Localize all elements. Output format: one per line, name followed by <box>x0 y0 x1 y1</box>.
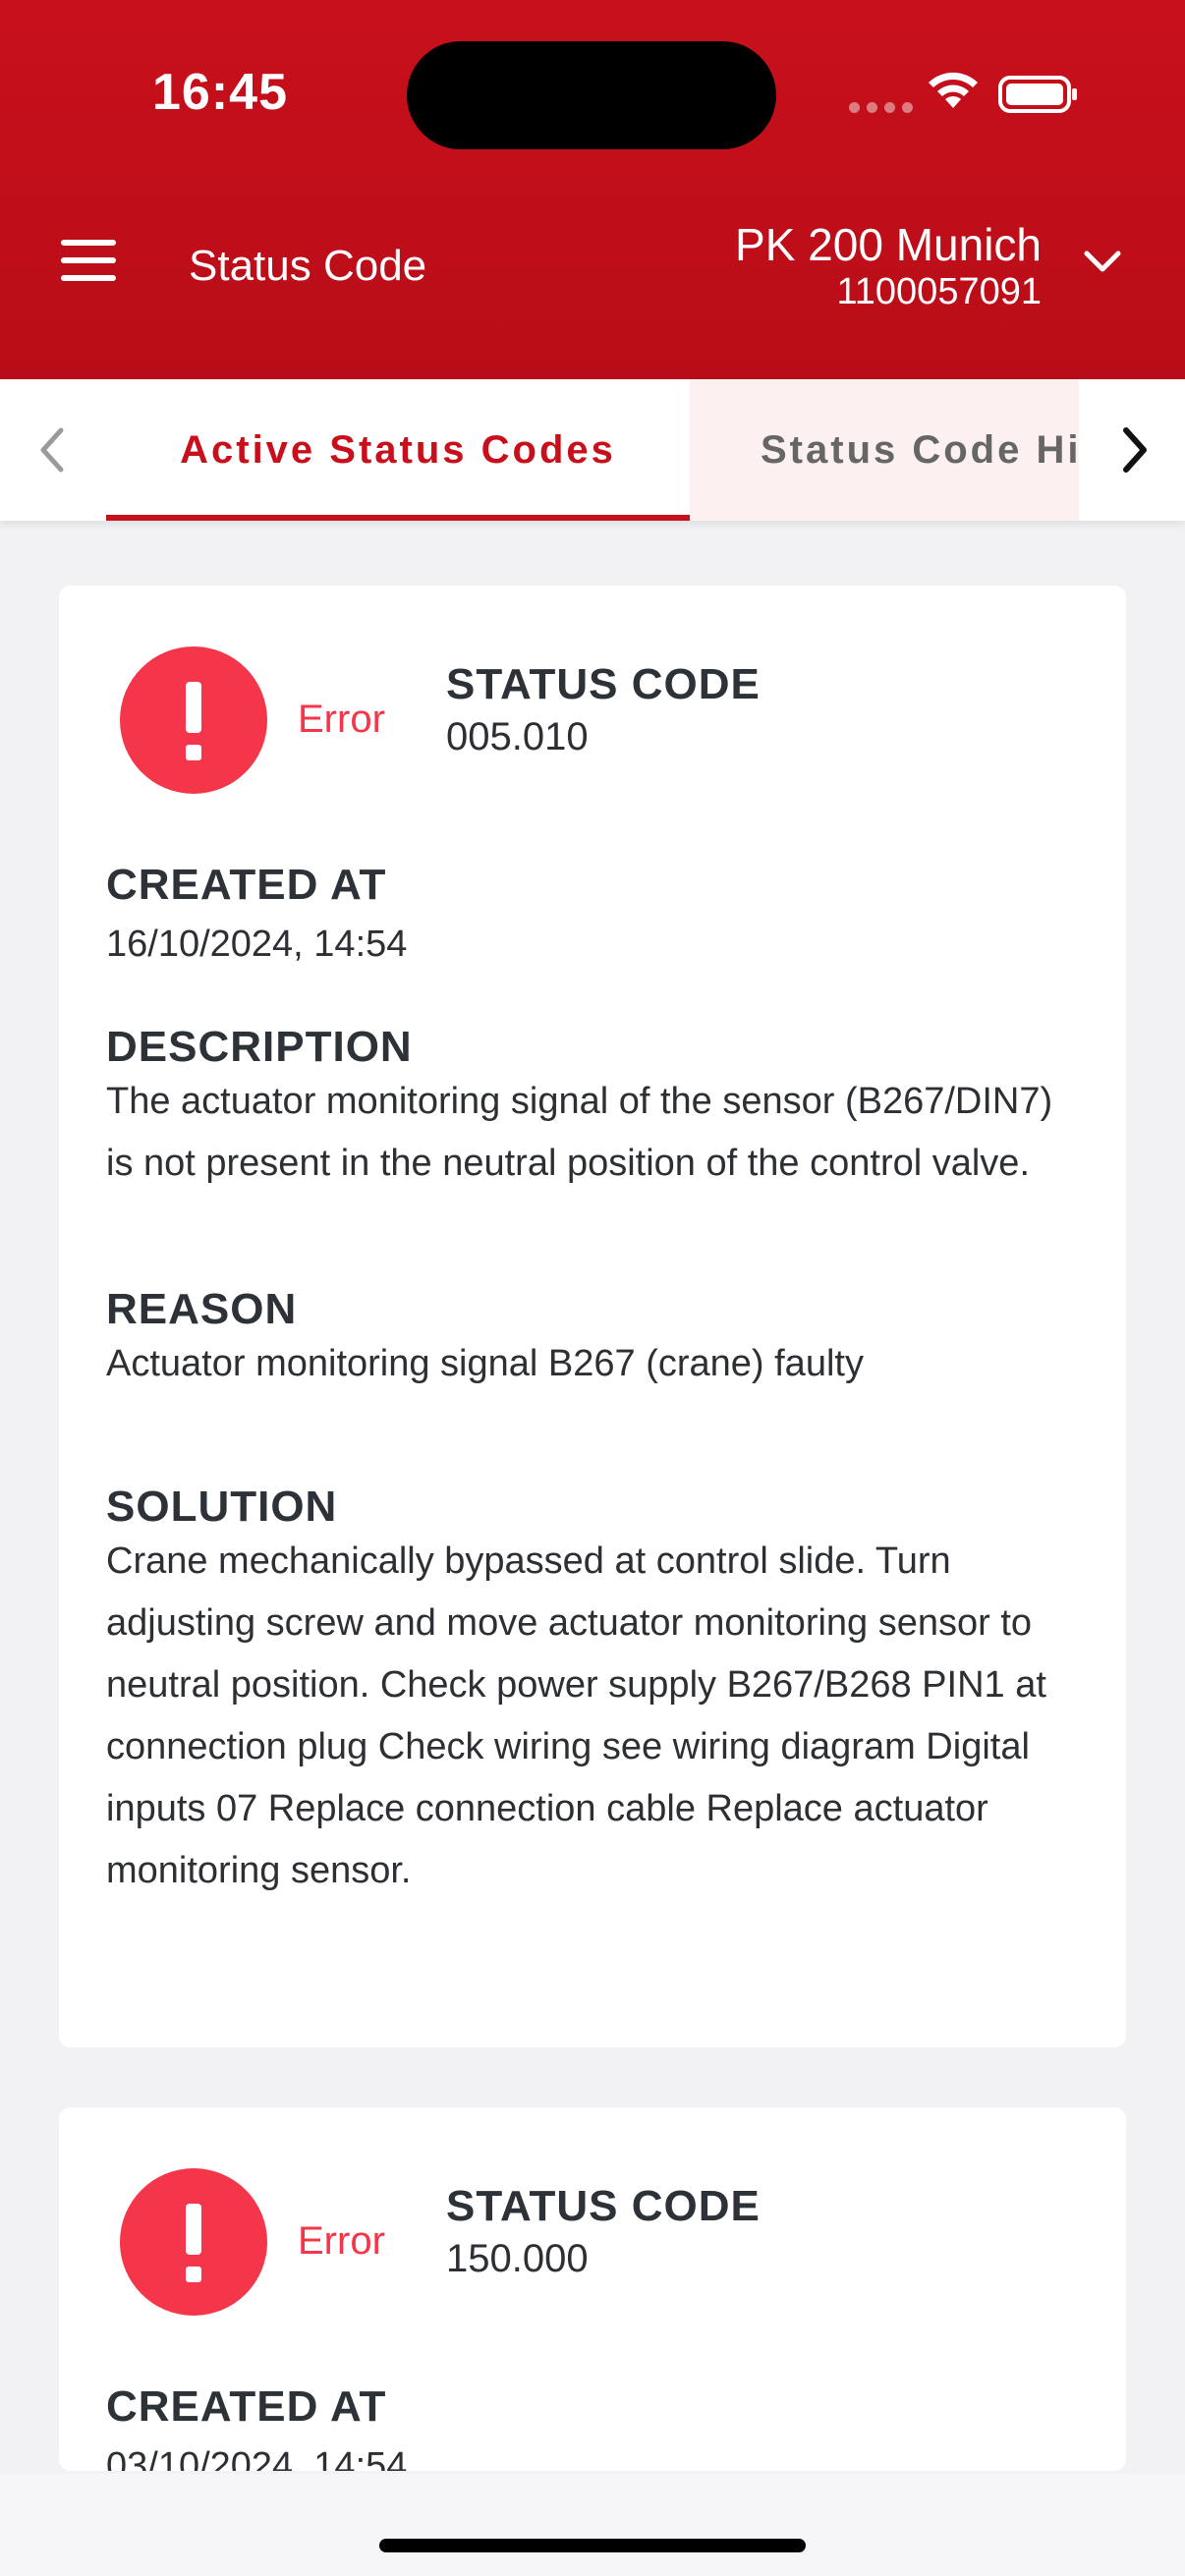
description-label: DESCRIPTION <box>106 1023 413 1071</box>
wifi-icon <box>929 72 978 108</box>
chevron-left-icon[interactable] <box>28 420 77 479</box>
status-code-value: 005.010 <box>446 715 589 758</box>
dynamic-island <box>407 41 776 149</box>
tab-active-status-codes[interactable]: Active Status Codes <box>106 379 690 521</box>
status-code-value: 150.000 <box>446 2237 589 2280</box>
tab-status-code-history[interactable]: Status Code History <box>690 379 1079 521</box>
chevron-down-icon[interactable] <box>1081 248 1124 277</box>
app-header: 16:45 Status Code PK 200 Munich 11000570… <box>0 0 1185 379</box>
status-code-label: STATUS CODE <box>446 2182 761 2230</box>
error-icon <box>120 646 267 794</box>
status-code-card[interactable]: Error STATUS CODE 005.010 CREATED AT 16/… <box>59 586 1126 2047</box>
home-bar-area <box>0 2474 1185 2576</box>
status-bar: 16:45 <box>0 0 1185 187</box>
home-indicator[interactable] <box>379 2539 806 2552</box>
site-name: PK 200 Munich <box>735 219 1042 270</box>
tab-next-button[interactable] <box>1079 379 1185 521</box>
menu-icon[interactable] <box>61 240 126 291</box>
status-code-card[interactable]: Error STATUS CODE 150.000 CREATED AT 03/… <box>59 2107 1126 2471</box>
solution-label: SOLUTION <box>106 1483 338 1531</box>
description-text: The actuator monitoring signal of the se… <box>106 1081 1053 1184</box>
error-icon <box>120 2168 267 2316</box>
created-at-label: CREATED AT <box>106 861 387 909</box>
created-at-label: CREATED AT <box>106 2382 387 2431</box>
site-selector[interactable]: PK 200 Munich 1100057091 <box>735 218 1042 312</box>
severity-label: Error <box>298 698 385 741</box>
status-code-label: STATUS CODE <box>446 660 761 708</box>
battery-icon <box>998 76 1077 113</box>
severity-label: Error <box>298 2219 385 2263</box>
page-title: Status Code <box>189 242 427 290</box>
created-at-value: 16/10/2024, 14:54 <box>106 924 408 965</box>
site-id: 1100057091 <box>836 271 1042 312</box>
reason-text: Actuator monitoring signal B267 (crane) … <box>106 1343 864 1384</box>
status-time: 16:45 <box>152 64 288 121</box>
chevron-right-icon <box>1123 427 1147 473</box>
tab-bar: Active Status Codes Status Code History <box>0 379 1185 521</box>
reason-label: REASON <box>106 1285 298 1333</box>
cellular-signal-icon <box>849 102 913 113</box>
created-at-value: 03/10/2024, 14:54 <box>106 2445 408 2471</box>
solution-text: Crane mechanically bypassed at control s… <box>106 1540 1046 1891</box>
